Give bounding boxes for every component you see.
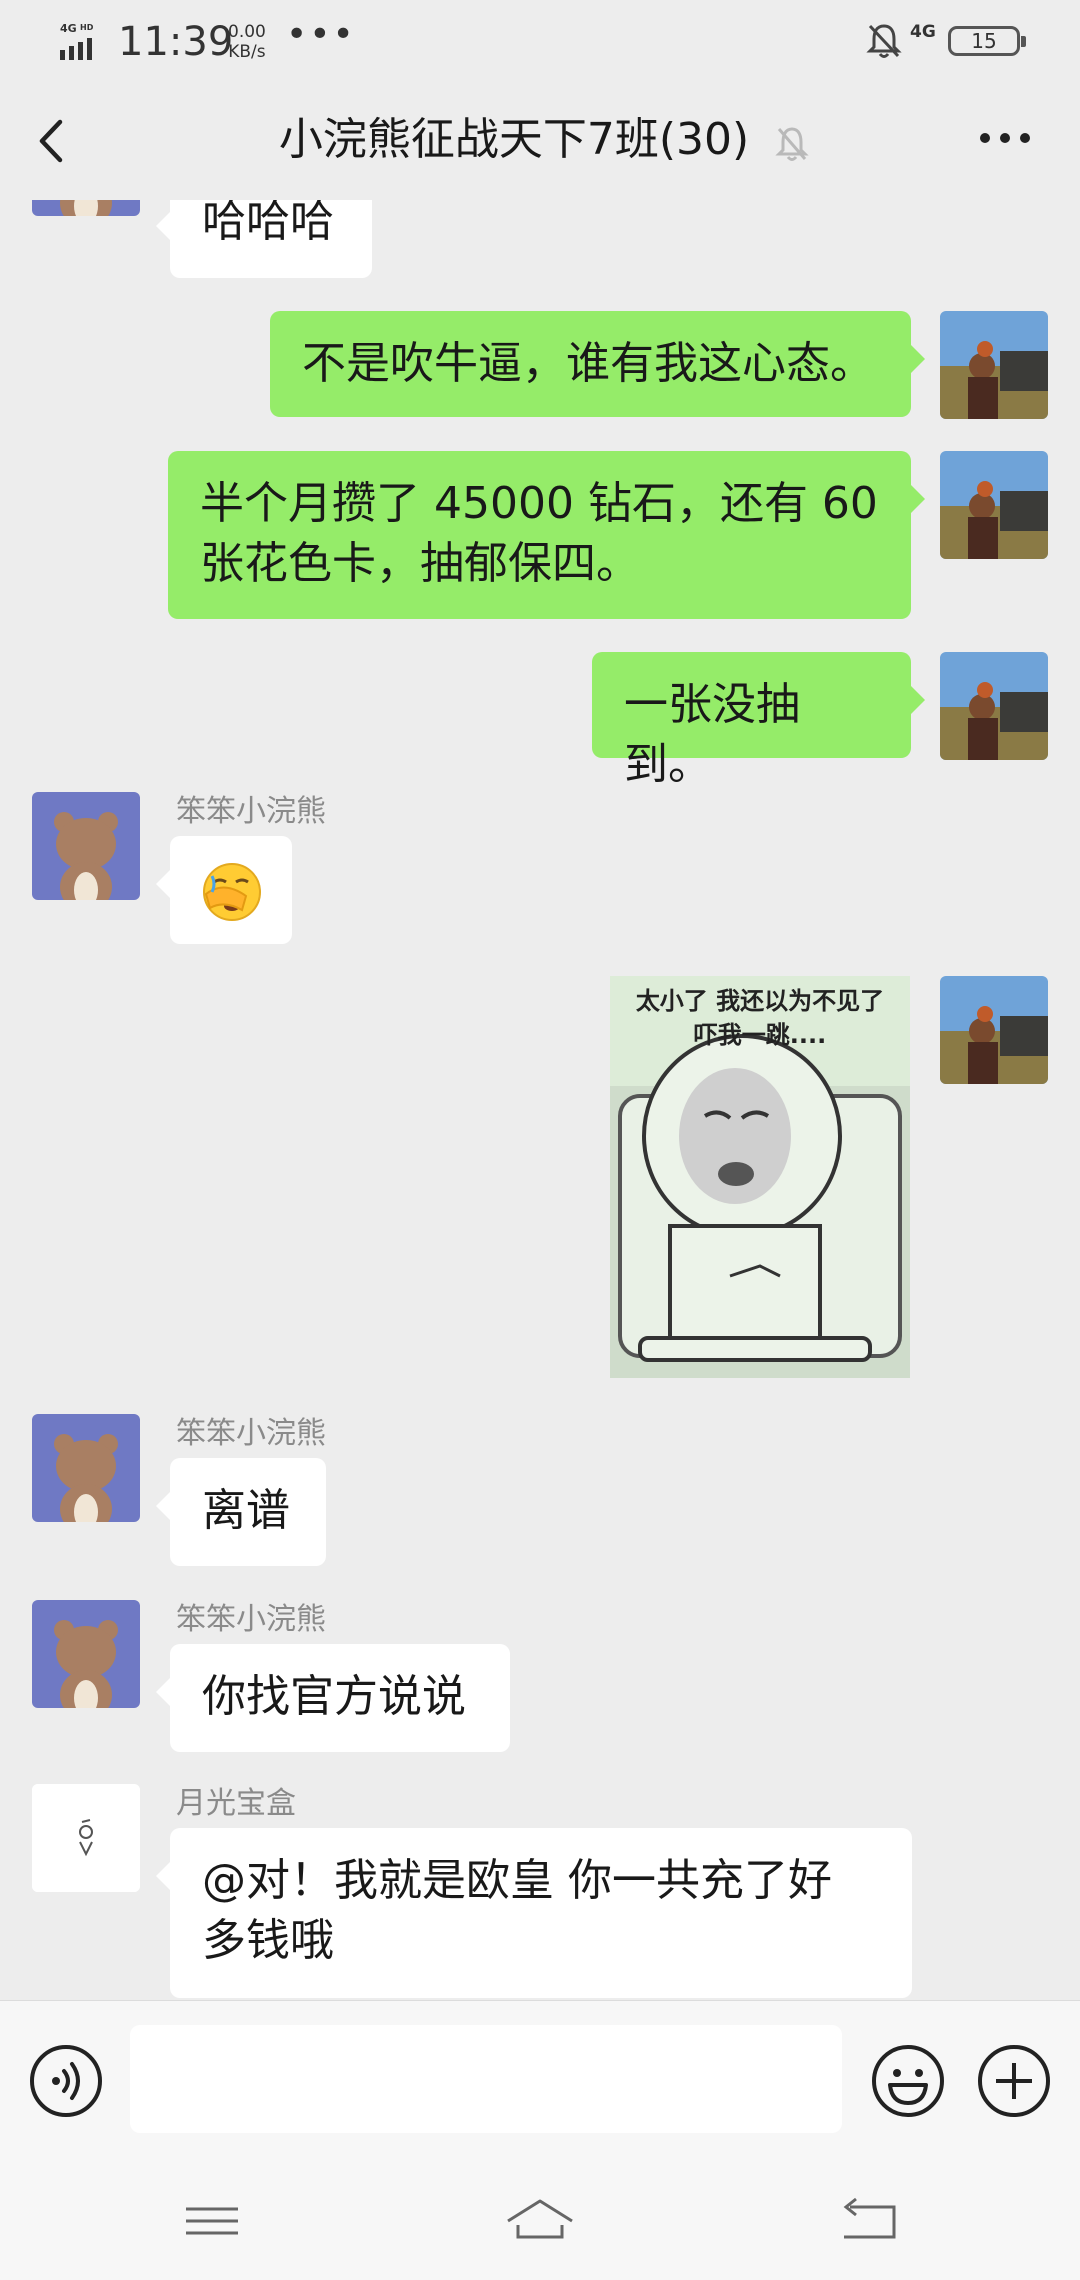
input-toolbar <box>0 2000 1080 2280</box>
sticker-image[interactable]: 太小了 我还以为不见了 吓我一跳.... <box>610 976 910 1378</box>
back-nav-icon[interactable] <box>830 2191 906 2251</box>
sender-name: 笨笨小浣熊 <box>176 1602 326 1637</box>
user-photo-avatar <box>940 451 1048 559</box>
facepalm-emoji-icon <box>203 863 261 921</box>
svg-text:HD: HD <box>80 23 94 32</box>
svg-text:4G: 4G <box>60 22 77 35</box>
status-bar: 4G HD 11:39 0.00 KB/s ••• 4G 15 <box>0 0 1080 82</box>
more-notifications-icon: ••• <box>286 14 356 55</box>
system-navigation-bar <box>0 2181 1080 2280</box>
my-avatar[interactable] <box>940 652 1048 760</box>
message-bubble[interactable]: 哈哈哈 <box>156 200 372 278</box>
message-text-line: 半个月攒了 45000 钻石，还有 60 <box>200 478 878 529</box>
user-photo-avatar <box>940 652 1048 760</box>
message-bubble[interactable]: 半个月攒了 45000 钻石，还有 60 张花色卡，抽郁保四。 <box>168 451 925 619</box>
my-avatar[interactable] <box>940 311 1048 419</box>
network-type: 4G <box>910 22 936 42</box>
avatar[interactable] <box>32 1414 140 1522</box>
signal-icon: 4G HD <box>60 22 94 60</box>
my-avatar[interactable] <box>940 451 1048 559</box>
avatar[interactable] <box>32 792 140 900</box>
sticker-caption: 太小了 我还以为不见了 吓我一跳.... <box>618 984 902 1052</box>
mute-bell-icon <box>866 24 902 58</box>
clock: 11:39 <box>118 19 234 65</box>
sticker-caption-line: 吓我一跳.... <box>693 1021 827 1049</box>
small-sketch-avatar-icon <box>32 1784 140 1892</box>
user-photo-avatar <box>940 311 1048 419</box>
sender-name: 月光宝盒 <box>176 1786 296 1821</box>
my-avatar[interactable] <box>940 976 1048 1084</box>
message-bubble[interactable]: @对！我就是欧皇 你一共充了好 多钱哦 <box>156 1828 912 1998</box>
message-text-line: 张花色卡，抽郁保四。 <box>200 538 640 589</box>
message-bubble[interactable]: 不是吹牛逼，谁有我这心态。 <box>270 311 925 417</box>
plus-icon[interactable] <box>976 2043 1052 2119</box>
speed-unit: KB/s <box>228 42 266 62</box>
sender-name: 笨笨小浣熊 <box>176 794 326 829</box>
message-text-line: 多钱哦 <box>202 1915 334 1966</box>
menu-icon[interactable] <box>174 2191 250 2251</box>
chat-header: 小浣熊征战天下7班(30) <box>0 82 1080 200</box>
chat-message-list[interactable]: 哈哈哈 不是吹牛逼，谁有我这心态。 半个月攒了 45000 钻石，还有 60 张… <box>0 200 1080 2000</box>
more-options-icon[interactable] <box>978 130 1032 146</box>
voice-input-icon[interactable] <box>28 2043 104 2119</box>
avatar[interactable] <box>32 1784 140 1892</box>
bear-avatar-icon <box>54 1620 118 1708</box>
message-text-line: @对！我就是欧皇 你一共充了好 <box>202 1855 832 1906</box>
user-photo-avatar <box>940 976 1048 1084</box>
sticker-caption-line: 太小了 我还以为不见了 <box>635 987 885 1015</box>
message-bubble[interactable]: 离谱 <box>156 1458 326 1566</box>
message-text: 你找官方说说 <box>202 1671 466 1722</box>
sender-name: 笨笨小浣熊 <box>176 1416 326 1451</box>
speed-value: 0.00 <box>228 22 266 42</box>
battery-indicator: 15 <box>948 26 1026 56</box>
bear-avatar-icon <box>54 812 118 900</box>
message-text: 一张没抽到。 <box>624 679 800 790</box>
message-text: 离谱 <box>202 1485 290 1536</box>
message-input[interactable] <box>130 2025 842 2133</box>
muted-chat-icon <box>775 127 809 161</box>
message-bubble[interactable] <box>156 836 292 944</box>
message-text: 不是吹牛逼，谁有我这心态。 <box>302 338 874 389</box>
message-bubble[interactable]: 一张没抽到。 <box>592 652 925 790</box>
bear-avatar-icon <box>54 1434 118 1522</box>
message-bubble[interactable]: 你找官方说说 <box>156 1644 510 1752</box>
message-text: 哈哈哈 <box>202 200 334 247</box>
chat-title[interactable]: 小浣熊征战天下7班(30) <box>0 110 1080 170</box>
emoji-icon[interactable] <box>870 2043 946 2119</box>
avatar[interactable] <box>32 1600 140 1708</box>
home-icon[interactable] <box>502 2191 578 2251</box>
avatar[interactable] <box>32 200 140 216</box>
network-speed: 0.00 KB/s <box>228 22 266 62</box>
bear-avatar-icon <box>60 200 112 216</box>
